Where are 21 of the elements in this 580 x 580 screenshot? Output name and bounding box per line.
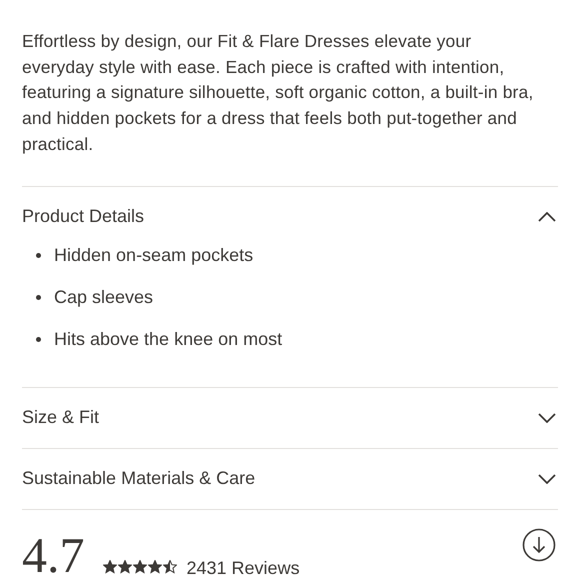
bullet-icon (36, 253, 41, 258)
chevron-down-icon (538, 474, 556, 484)
review-count: 2431 Reviews (186, 558, 300, 578)
accordion-header[interactable]: Size & Fit (22, 388, 558, 448)
star-icon (102, 560, 116, 574)
accordion-header[interactable]: Sustainable Materials & Care (22, 448, 558, 509)
star-icon (162, 560, 176, 574)
chevron-down-icon (538, 412, 556, 423)
star-icon (132, 560, 146, 574)
star-icon (148, 560, 162, 574)
accordion-header[interactable]: Product Details (22, 186, 558, 247)
star-icon (118, 560, 132, 574)
bullet-icon (36, 337, 41, 342)
chevron-up-icon (538, 212, 556, 222)
rating-value: 4.7 (22, 532, 84, 578)
list-item: Cap sleeves (54, 286, 154, 310)
list-item: Hits above the knee on most (54, 328, 282, 352)
list-item: Hidden on-seam pockets (54, 244, 254, 268)
arrow-down-circle-icon[interactable] (522, 528, 556, 562)
description-text: Effortless by design, our Fit & Flare Dresses elevate your everyday style with ease. Each piece is crafted with intention, featuring a signature silhouette, soft organic cotton, a built-in bra, and hidden pockets for a dress that feels both put-together and practical. (22, 30, 534, 156)
bullet-icon (36, 295, 41, 300)
